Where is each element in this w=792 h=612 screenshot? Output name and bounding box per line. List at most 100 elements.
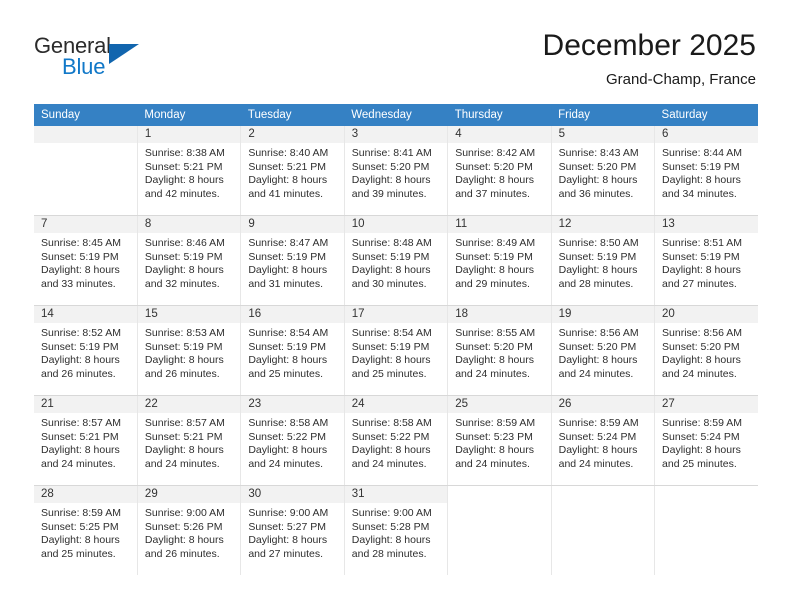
day-details: Sunrise: 8:59 AM Sunset: 5:24 PM Daylight:…: [552, 413, 654, 471]
calendar-day-cell[interactable]: 23 Sunrise: 8:58 AM Sunset: 5:22 PM Dayligh…: [240, 395, 345, 486]
day-number: 12: [551, 216, 655, 233]
calendar-cell-inner: 6 Sunrise: 8:44 AM Sunset: 5:19 PM Daylight…: [655, 126, 758, 215]
day-details: Sunrise: 8:58 AM Sunset: 5:22 PM Daylight:…: [241, 413, 343, 471]
weekday-header-sunday: Sunday: [34, 104, 138, 126]
day-number: 13: [655, 216, 758, 233]
day-details: Sunrise: 8:46 AM Sunset: 5:19 PM Daylight:…: [138, 233, 240, 291]
calendar-day-cell[interactable]: 5 Sunrise: 8:43 AM Sunset: 5:20 PM Daylight…: [551, 126, 656, 216]
day-detail-line: Sunrise: 8:52 AM: [41, 327, 121, 339]
calendar-day-cell[interactable]: 17 Sunrise: 8:54 AM Sunset: 5:19 PM Dayligh…: [344, 305, 449, 396]
day-detail-line: Sunset: 5:19 PM: [144, 340, 223, 353]
calendar-day-cell[interactable]: 12 Sunrise: 8:50 AM Sunset: 5:19 PM Dayligh…: [551, 215, 656, 306]
calendar-day-cell[interactable]: 1 Sunrise: 8:38 AM Sunset: 5:21 PM Daylight…: [137, 126, 242, 216]
day-detail-line: Sunrise: 8:57 AM: [144, 417, 225, 429]
calendar-cell-inner: 15 Sunrise: 8:53 AM Sunset: 5:19 PM Dayligh…: [137, 306, 241, 395]
calendar-day-cell[interactable]: 18 Sunrise: 8:55 AM Sunset: 5:20 PM Dayligh…: [447, 305, 552, 396]
day-detail-line: Daylight: 8 hours: [144, 174, 224, 187]
day-detail-line: and 24 minutes.: [455, 457, 530, 470]
calendar-cell-inner: 19 Sunrise: 8:56 AM Sunset: 5:20 PM Dayligh…: [551, 306, 655, 395]
day-detail-line: and 37 minutes.: [455, 187, 530, 200]
day-number: 30: [241, 486, 344, 503]
calendar-cell-inner: 23 Sunrise: 8:58 AM Sunset: 5:22 PM Dayligh…: [241, 396, 344, 485]
day-detail-line: and 24 minutes.: [248, 457, 324, 470]
day-detail-line: Sunrise: 8:53 AM: [144, 327, 225, 339]
day-detail-line: Sunset: 5:22 PM: [351, 430, 430, 443]
calendar-day-cell[interactable]: 4 Sunrise: 8:42 AM Sunset: 5:20 PM Daylight…: [447, 126, 552, 216]
calendar-day-cell[interactable]: 6 Sunrise: 8:44 AM Sunset: 5:19 PM Daylight…: [654, 126, 758, 216]
day-detail-line: Sunrise: 8:40 AM: [248, 147, 329, 159]
general-blue-logo: General Blue: [34, 33, 164, 85]
day-detail-line: Sunset: 5:26 PM: [144, 520, 223, 533]
weekday-header-monday: Monday: [137, 104, 241, 126]
day-details: Sunrise: 8:59 AM Sunset: 5:23 PM Daylight:…: [448, 413, 550, 471]
day-number: 19: [551, 306, 655, 323]
day-detail-line: Daylight: 8 hours: [248, 354, 328, 367]
day-detail-line: Sunset: 5:19 PM: [662, 250, 740, 263]
day-detail-line: Sunset: 5:20 PM: [455, 340, 533, 353]
calendar-day-cell[interactable]: 16 Sunrise: 8:54 AM Sunset: 5:19 PM Dayligh…: [240, 305, 345, 396]
calendar-day-cell[interactable]: 20 Sunrise: 8:56 AM Sunset: 5:20 PM Dayligh…: [654, 305, 758, 396]
calendar-cell-inner: 24 Sunrise: 8:58 AM Sunset: 5:22 PM Dayligh…: [344, 396, 448, 485]
day-details: Sunrise: 8:50 AM Sunset: 5:19 PM Daylight:…: [552, 233, 654, 291]
page-subtitle: Grand-Champ, France: [605, 71, 756, 88]
day-details: Sunrise: 8:57 AM Sunset: 5:21 PM Daylight:…: [138, 413, 240, 471]
calendar-day-cell[interactable]: 27 Sunrise: 8:59 AM Sunset: 5:24 PM Dayligh…: [654, 395, 758, 486]
day-detail-line: Sunrise: 8:58 AM: [351, 417, 432, 429]
day-detail-line: and 29 minutes.: [455, 277, 530, 290]
calendar-day-cell[interactable]: 30 Sunrise: 9:00 AM Sunset: 5:27 PM Dayligh…: [240, 485, 345, 575]
calendar-cell-inner: 27 Sunrise: 8:59 AM Sunset: 5:24 PM Dayligh…: [655, 396, 758, 485]
calendar-day-cell[interactable]: 13 Sunrise: 8:51 AM Sunset: 5:19 PM Dayligh…: [654, 215, 758, 306]
day-detail-line: and 34 minutes.: [662, 187, 737, 200]
day-detail-line: Sunrise: 9:00 AM: [144, 507, 225, 519]
calendar-day-cell[interactable]: 9 Sunrise: 8:47 AM Sunset: 5:19 PM Daylight…: [240, 215, 345, 306]
day-detail-line: and 42 minutes.: [144, 187, 220, 200]
day-number: 15: [137, 306, 241, 323]
day-detail-line: Sunset: 5:19 PM: [455, 250, 533, 263]
calendar-day-cell[interactable]: 8 Sunrise: 8:46 AM Sunset: 5:19 PM Daylight…: [137, 215, 242, 306]
calendar-day-cell[interactable]: 26 Sunrise: 8:59 AM Sunset: 5:24 PM Dayligh…: [551, 395, 656, 486]
calendar-day-cell[interactable]: 2 Sunrise: 8:40 AM Sunset: 5:21 PM Daylight…: [240, 126, 345, 216]
calendar-day-cell[interactable]: 28 Sunrise: 8:59 AM Sunset: 5:25 PM Dayligh…: [34, 485, 138, 575]
calendar-day-cell[interactable]: 25 Sunrise: 8:59 AM Sunset: 5:23 PM Dayligh…: [447, 395, 552, 486]
calendar-page: General Blue December 2025 Grand-Champ, …: [0, 0, 792, 612]
day-detail-line: Daylight: 8 hours: [351, 354, 431, 367]
day-detail-line: Sunrise: 8:54 AM: [248, 327, 329, 339]
day-detail-line: Sunrise: 8:54 AM: [351, 327, 432, 339]
day-detail-line: Sunrise: 8:44 AM: [662, 147, 742, 159]
day-details: [552, 503, 654, 507]
calendar-cell-inner: 16 Sunrise: 8:54 AM Sunset: 5:19 PM Dayligh…: [241, 306, 344, 395]
day-detail-line: and 24 minutes.: [662, 367, 737, 380]
calendar-day-cell[interactable]: 3 Sunrise: 8:41 AM Sunset: 5:20 PM Daylight…: [344, 126, 449, 216]
day-detail-line: Sunrise: 8:38 AM: [144, 147, 225, 159]
calendar-cell-inner: 14 Sunrise: 8:52 AM Sunset: 5:19 PM Dayligh…: [34, 306, 137, 395]
day-number: 3: [344, 126, 448, 143]
day-details: Sunrise: 8:52 AM Sunset: 5:19 PM Daylight:…: [34, 323, 137, 381]
day-detail-line: Sunrise: 8:46 AM: [144, 237, 225, 249]
calendar-day-cell[interactable]: 14 Sunrise: 8:52 AM Sunset: 5:19 PM Dayligh…: [34, 305, 138, 396]
day-detail-line: Daylight: 8 hours: [248, 444, 328, 457]
calendar-day-cell[interactable]: 21 Sunrise: 8:57 AM Sunset: 5:21 PM Dayligh…: [34, 395, 138, 486]
day-detail-line: Daylight: 8 hours: [662, 174, 741, 187]
day-details: Sunrise: 8:45 AM Sunset: 5:19 PM Daylight:…: [34, 233, 137, 291]
day-number: 11: [448, 216, 551, 233]
day-detail-line: Sunrise: 8:50 AM: [558, 237, 639, 249]
day-detail-line: Sunrise: 9:00 AM: [351, 507, 432, 519]
calendar-day-cell[interactable]: 10 Sunrise: 8:48 AM Sunset: 5:19 PM Dayligh…: [344, 215, 449, 306]
calendar-day-cell[interactable]: 24 Sunrise: 8:58 AM Sunset: 5:22 PM Dayligh…: [344, 395, 449, 486]
calendar-day-cell[interactable]: 29 Sunrise: 9:00 AM Sunset: 5:26 PM Dayligh…: [137, 485, 242, 575]
day-detail-line: Sunset: 5:25 PM: [41, 520, 119, 533]
calendar-week-row: 7 Sunrise: 8:45 AM Sunset: 5:19 PM Daylight…: [34, 215, 758, 306]
day-detail-line: and 26 minutes.: [41, 367, 116, 380]
day-details: [34, 143, 137, 147]
calendar-day-cell[interactable]: 31 Sunrise: 9:00 AM Sunset: 5:28 PM Dayligh…: [344, 485, 449, 575]
calendar-day-cell[interactable]: 22 Sunrise: 8:57 AM Sunset: 5:21 PM Dayligh…: [137, 395, 242, 486]
calendar-cell-inner: 17 Sunrise: 8:54 AM Sunset: 5:19 PM Dayligh…: [344, 306, 448, 395]
logo-triangle-icon: [109, 44, 139, 64]
calendar-day-cell[interactable]: 19 Sunrise: 8:56 AM Sunset: 5:20 PM Dayligh…: [551, 305, 656, 396]
calendar-day-cell[interactable]: 15 Sunrise: 8:53 AM Sunset: 5:19 PM Dayligh…: [137, 305, 242, 396]
day-details: Sunrise: 8:55 AM Sunset: 5:20 PM Daylight:…: [448, 323, 550, 381]
calendar-day-cell[interactable]: 7 Sunrise: 8:45 AM Sunset: 5:19 PM Daylight…: [34, 215, 138, 306]
day-detail-line: Daylight: 8 hours: [662, 264, 741, 277]
calendar-day-cell[interactable]: 11 Sunrise: 8:49 AM Sunset: 5:19 PM Dayligh…: [447, 215, 552, 306]
day-detail-line: Sunrise: 8:57 AM: [41, 417, 121, 429]
